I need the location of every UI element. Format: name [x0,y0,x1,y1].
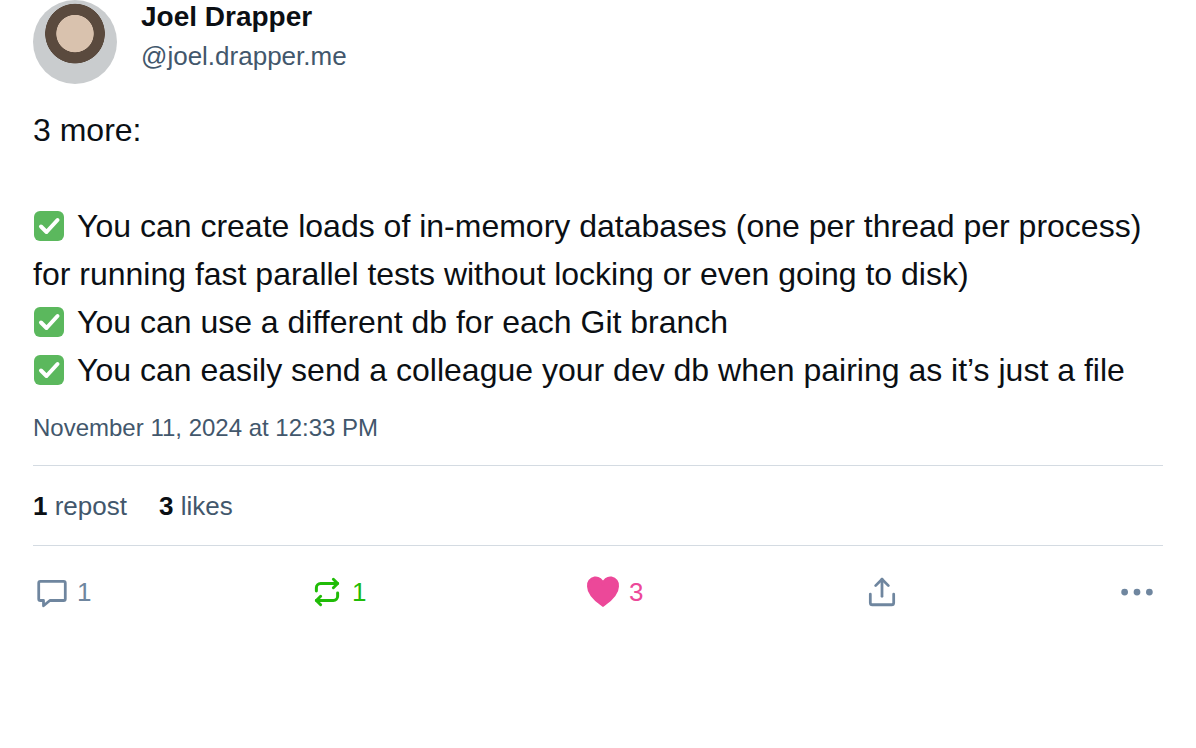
author-handle[interactable]: @joel.drapper.me [141,39,347,73]
more-button[interactable] [1117,585,1163,599]
repost-button[interactable]: 1 [308,575,583,609]
avatar[interactable] [33,0,117,84]
check-icon [33,210,65,242]
action-bar: 1 1 3 [33,546,1163,610]
stats-bar: 1 repost 3 likes [33,465,1163,546]
post-item: You can easily send a colleague your dev… [33,346,1163,394]
stat[interactable]: 3 likes [159,487,233,525]
post-item: You can use a different db for each Git … [33,298,1163,346]
author-name[interactable]: Joel Drapper [141,0,347,35]
share-icon [865,575,899,609]
like-button[interactable]: 3 [583,574,863,610]
reply-icon [35,575,69,609]
reply-button[interactable]: 1 [33,575,308,609]
stat[interactable]: 1 repost [33,487,127,525]
post-item: You can create loads of in-memory databa… [33,202,1163,298]
check-icon [33,354,65,386]
post-body: 3 more: You can create loads of in-memor… [33,106,1163,394]
author: Joel Drapper @joel.drapper.me [141,11,347,73]
post: Joel Drapper @joel.drapper.me 3 more: Yo… [0,0,1196,748]
post-header: Joel Drapper @joel.drapper.me [33,0,1163,84]
heart-icon [585,574,621,610]
share-button[interactable] [863,575,1117,609]
check-icon [33,306,65,338]
timestamp: November 11, 2024 at 12:33 PM [33,411,1163,445]
post-intro: 3 more: [33,106,1163,154]
repost-icon [310,575,344,609]
more-icon [1119,585,1155,599]
